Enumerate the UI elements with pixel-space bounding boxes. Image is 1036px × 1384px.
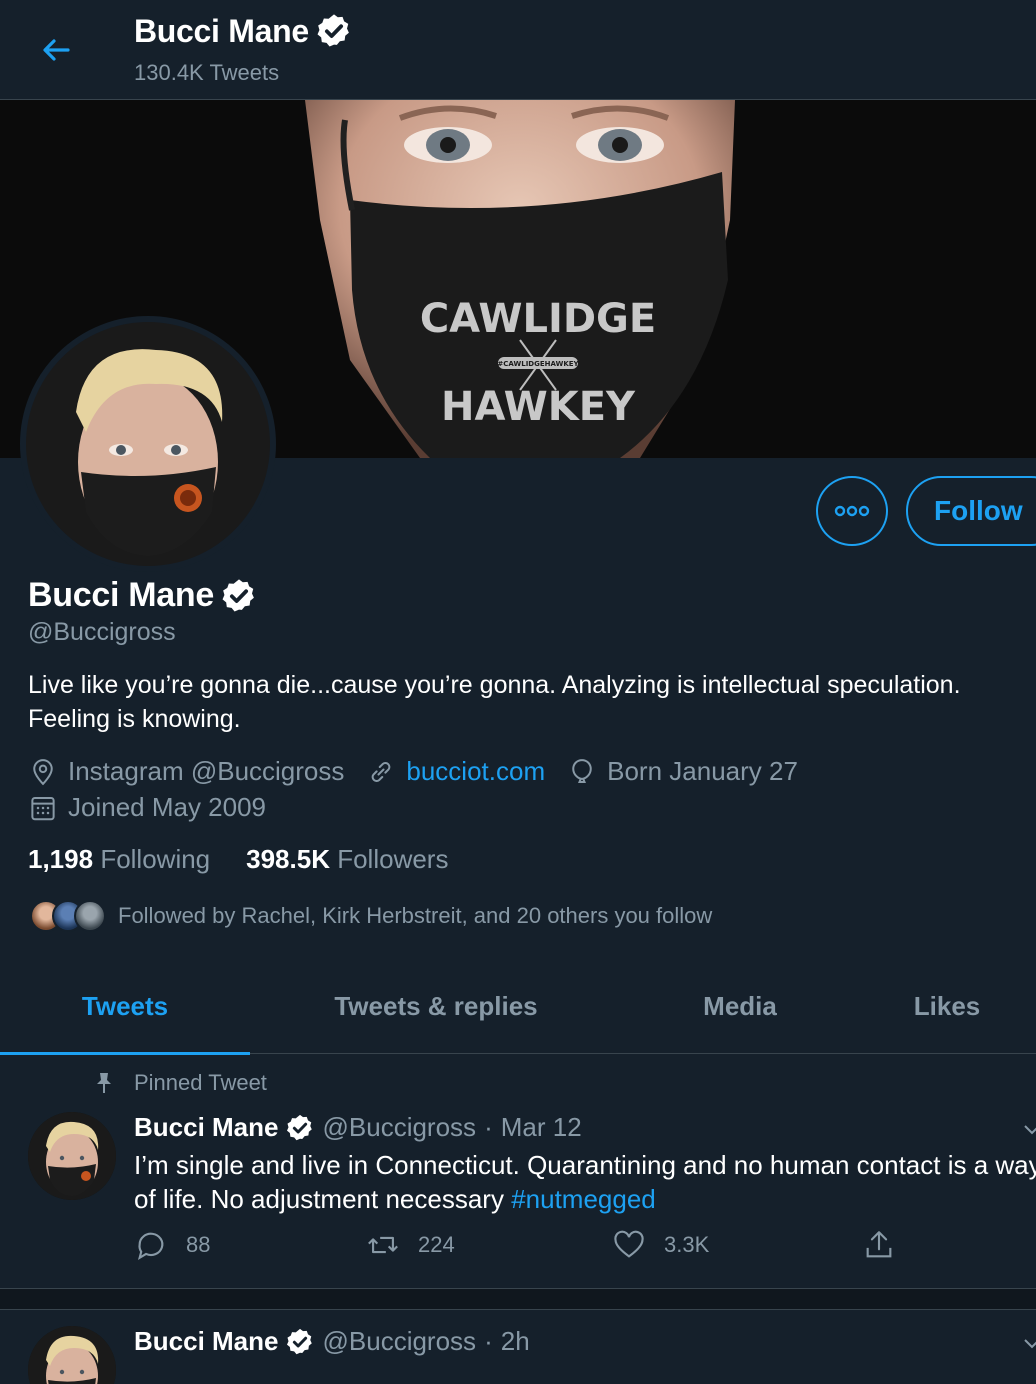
tweet-author-handle[interactable]: @Buccigross — [323, 1112, 477, 1143]
follow-stats: 1,198 Following 398.5K Followers — [28, 844, 484, 875]
back-arrow-icon[interactable] — [36, 30, 76, 70]
location-item: Instagram @Buccigross — [28, 756, 344, 787]
like-count: 3.3K — [664, 1232, 710, 1257]
calendar-icon — [31, 796, 55, 820]
website-link[interactable]: bucciot.com — [406, 756, 545, 787]
location-text: Instagram @Buccigross — [68, 756, 345, 786]
share-icon — [866, 1231, 892, 1258]
header-name: Bucci Mane — [134, 12, 309, 49]
verified-icon — [286, 1328, 312, 1354]
tweet-author-name[interactable]: Bucci Mane — [134, 1326, 279, 1357]
tweet-item[interactable]: Bucci Mane @Buccigross · 2h — [0, 1310, 1036, 1384]
followers-stat[interactable]: 398.5K Followers — [246, 844, 448, 875]
pinned-label: Pinned Tweet — [94, 1070, 267, 1096]
reply-count: 88 — [186, 1232, 211, 1257]
mini-avatar — [74, 900, 106, 932]
tweet-separator — [0, 1288, 1036, 1310]
profile-meta: Instagram @Buccigross bucciot.com Born J… — [28, 756, 820, 787]
tweet-avatar[interactable] — [28, 1112, 116, 1200]
retweet-icon — [368, 1236, 398, 1254]
share-button[interactable] — [862, 1228, 914, 1262]
profile-tabs: Tweets Tweets & replies Media Likes — [0, 958, 1036, 1055]
tweet-avatar[interactable] — [28, 1326, 116, 1384]
retweet-button[interactable]: 224 — [366, 1228, 455, 1262]
profile-meta-joined: Joined May 2009 — [28, 792, 288, 823]
tweet-author-handle[interactable]: @Buccigross — [323, 1326, 477, 1357]
tweet-author-name[interactable]: Bucci Mane — [134, 1112, 279, 1143]
header-tweet-count: 130.4K Tweets — [134, 60, 280, 85]
location-pin-icon — [33, 758, 53, 785]
tweet-text: I’m single and live in Connecticut. Quar… — [134, 1148, 1036, 1216]
tweet-actions: 88 224 3.3K — [134, 1228, 914, 1268]
profile-name: Bucci Mane — [28, 576, 258, 615]
tweet-item[interactable]: Pinned Tweet Bucci Mane @Buccigross · Ma… — [0, 1056, 1036, 1288]
reply-icon — [137, 1232, 164, 1261]
reply-button[interactable]: 88 — [134, 1228, 210, 1262]
following-count: 1,198 — [28, 844, 94, 874]
website-item[interactable]: bucciot.com — [366, 756, 545, 787]
tweet-header: Bucci Mane @Buccigross · Mar 12 — [134, 1112, 582, 1143]
tweet-date[interactable]: Mar 12 — [501, 1112, 582, 1143]
chevron-down-icon[interactable] — [1022, 1120, 1036, 1140]
following-label: Following — [100, 844, 211, 874]
tweet-date[interactable]: 2h — [501, 1326, 530, 1357]
mask-text-mid: #CAWLIDGEHAWKEY — [497, 360, 579, 368]
tweet-dot: · — [484, 1326, 493, 1356]
tab-media[interactable]: Media — [622, 958, 858, 1054]
joined-item: Joined May 2009 — [28, 792, 266, 823]
more-options-button[interactable] — [816, 476, 888, 546]
heart-icon — [614, 1230, 644, 1258]
joined-text: Joined May 2009 — [68, 792, 267, 822]
birthday-item: Born January 27 — [567, 756, 798, 787]
tweet-hashtag[interactable]: #nutmegged — [511, 1184, 656, 1214]
balloon-icon — [572, 758, 592, 783]
header-title: Bucci Mane — [134, 12, 353, 50]
chevron-down-icon[interactable] — [1022, 1334, 1036, 1354]
retweet-count: 224 — [418, 1232, 455, 1257]
mask-text-bottom: HAWKEY — [441, 384, 636, 430]
followers-label: Followers — [337, 844, 449, 874]
follow-button[interactable]: Follow — [906, 476, 1036, 546]
verified-icon — [286, 1114, 312, 1140]
profile-handle: @Buccigross — [28, 618, 176, 646]
followed-by[interactable]: Followed by Rachel, Kirk Herbstreit, and… — [28, 898, 712, 934]
verified-icon — [317, 14, 349, 47]
tab-tweets[interactable]: Tweets — [0, 958, 250, 1055]
profile-name-text: Bucci Mane — [28, 576, 214, 614]
tab-media-label: Media — [703, 990, 777, 1021]
tab-tweets-replies[interactable]: Tweets & replies — [250, 958, 622, 1054]
pin-icon — [97, 1073, 111, 1093]
birthday-text: Born January 27 — [607, 756, 798, 786]
tab-likes[interactable]: Likes — [858, 958, 1036, 1054]
pinned-text: Pinned Tweet — [134, 1070, 267, 1095]
more-dots-icon — [834, 505, 870, 517]
following-stat[interactable]: 1,198 Following — [28, 844, 210, 875]
tab-tweets-replies-label: Tweets & replies — [334, 990, 538, 1021]
tweet-header: Bucci Mane @Buccigross · 2h — [134, 1326, 530, 1357]
top-bar: Bucci Mane 130.4K Tweets — [0, 0, 1036, 100]
link-icon — [372, 761, 391, 782]
followed-by-text: Followed by Rachel, Kirk Herbstreit, and… — [118, 903, 713, 928]
followers-count: 398.5K — [246, 844, 330, 874]
profile-bio: Live like you’re gonna die...cause you’r… — [28, 671, 961, 733]
followed-by-avatars — [28, 898, 118, 934]
tab-tweets-label: Tweets — [81, 990, 169, 1021]
mask-text-top: CAWLIDGE — [420, 296, 656, 342]
verified-icon — [222, 578, 254, 612]
like-button[interactable]: 3.3K — [612, 1228, 709, 1262]
tab-likes-label: Likes — [913, 990, 981, 1021]
profile-avatar[interactable] — [20, 316, 276, 572]
tweet-dot: · — [484, 1112, 493, 1142]
